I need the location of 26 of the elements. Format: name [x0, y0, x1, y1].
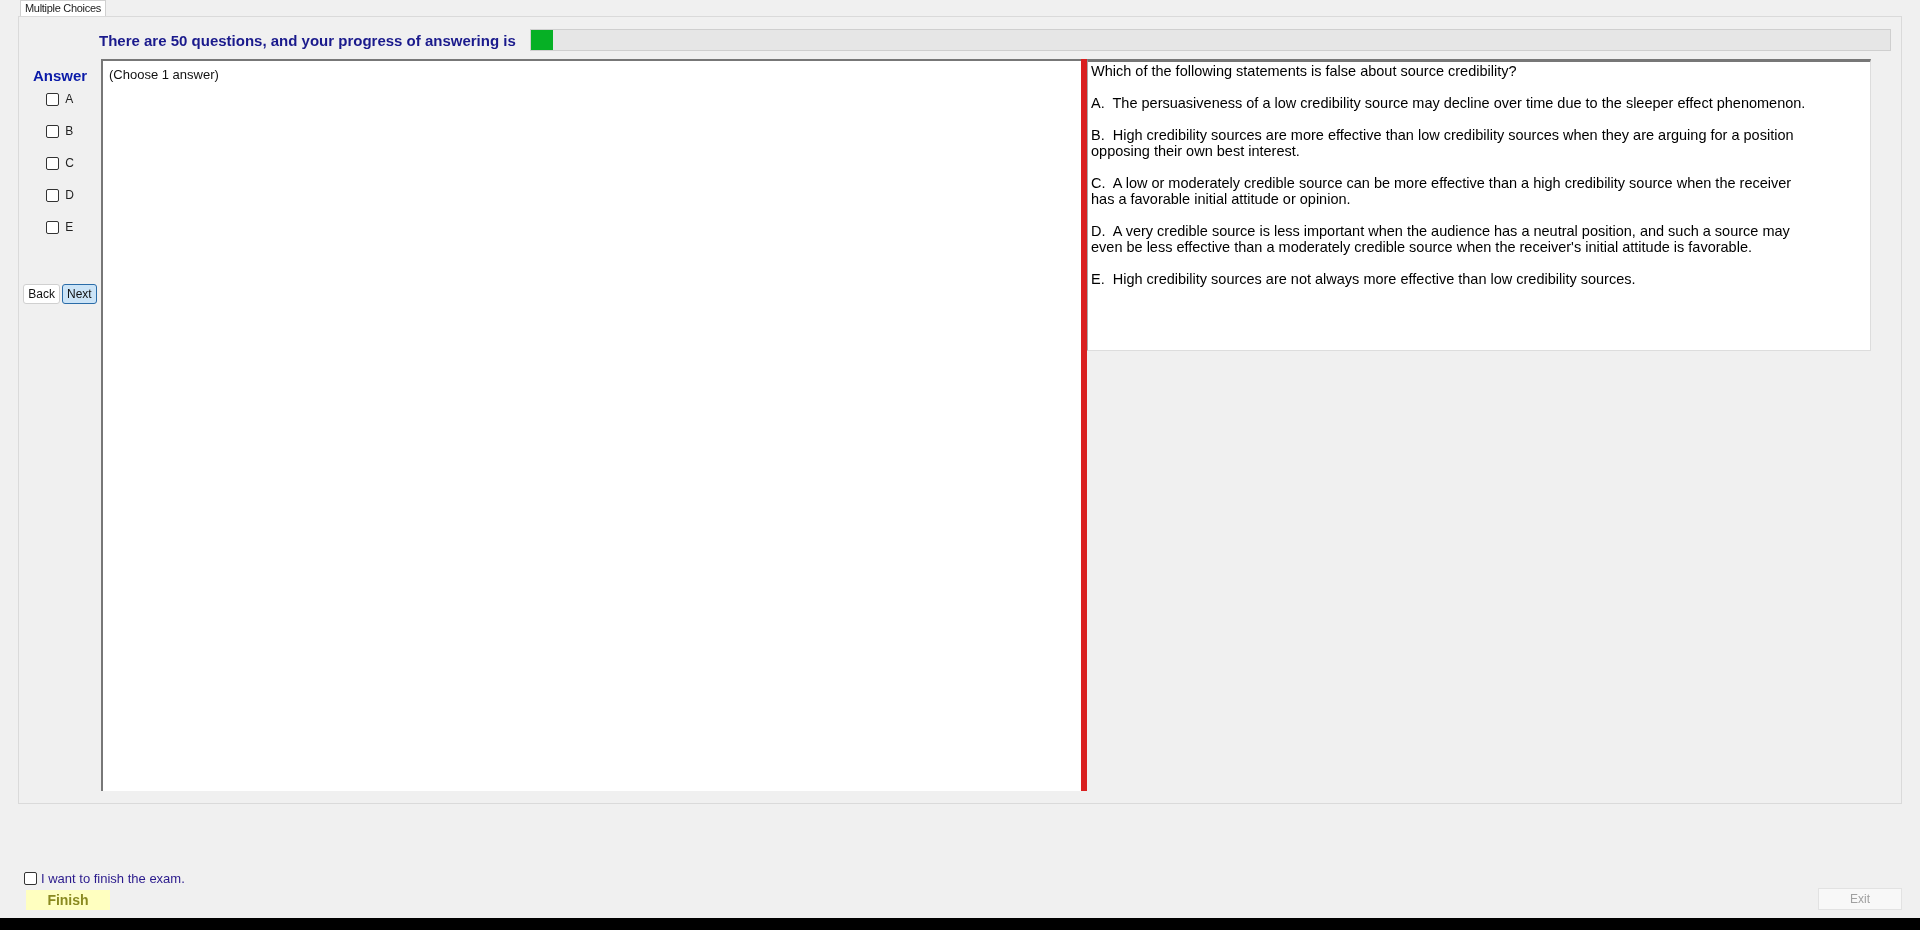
choice-text: D. A very credible source is less important when the audience has a neutral position, and such a source may even be less effective than a moderately credible source when the receiver's initial attitude is favorable. [1091, 223, 1791, 255]
option-label[interactable]: C [65, 156, 74, 170]
option-checkbox[interactable] [46, 124, 60, 138]
option-checkbox[interactable] [46, 220, 60, 234]
option-label[interactable]: E [65, 220, 74, 234]
option-checkbox[interactable] [46, 92, 60, 106]
option-checkbox[interactable] [46, 156, 60, 170]
choice-text: A. The persuasiveness of a low credibility source may decline over time due to the sleeper effect phenomenon. [1091, 95, 1807, 111]
option-label[interactable]: B [65, 124, 74, 138]
question-text: Which of the following statements is false about source credibility? [1091, 63, 1518, 79]
next-button[interactable]: Next [62, 284, 97, 304]
answer-area[interactable]: (Choose 1 answer) [101, 59, 1081, 791]
tab[interactable]: Multiple Choices [20, 0, 106, 16]
answer-hint: (Choose 1 answer) [109, 67, 219, 82]
back-button[interactable]: Back [23, 284, 60, 304]
choice-text: B. High credibility sources are more effective than low credibility sources when they are arguing for a position opposing their own best interest. [1091, 127, 1795, 159]
choice-text: C. A low or moderately credible source can be more effective than a high credibility source when the receiver has a favorable initial attitude or opinion. [1091, 175, 1793, 207]
answer-heading: Answer [32, 67, 88, 84]
option-checkbox[interactable] [46, 188, 60, 202]
progress-text: There are 50 questions, and your progress of answering is [99, 31, 516, 49]
finish-button[interactable]: Finish [26, 890, 110, 910]
choice-text: E. High credibility sources are not always more effective than low credibility sources. [1091, 271, 1637, 287]
finish-confirm-label[interactable]: I want to finish the exam. [41, 871, 185, 886]
option-label[interactable]: A [65, 92, 74, 106]
finish-checkbox[interactable] [24, 872, 37, 885]
option-label[interactable]: D [65, 188, 74, 202]
